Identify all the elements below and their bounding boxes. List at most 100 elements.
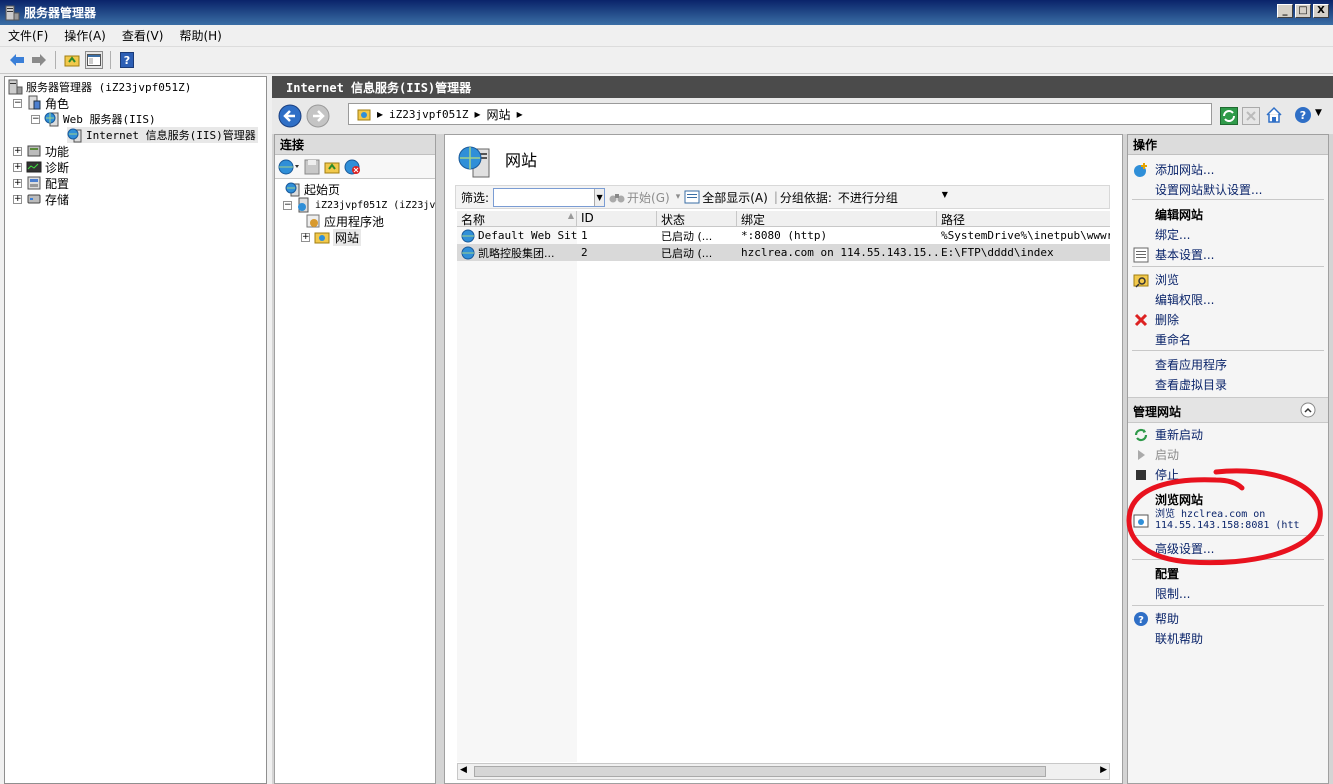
breadcrumb-sites[interactable]: 网站 [487, 106, 511, 123]
collapse-chevron-icon[interactable] [1300, 402, 1316, 418]
online-help-action[interactable]: 联机帮助 [1155, 630, 1203, 647]
roles-icon [28, 95, 41, 110]
table-row[interactable]: Default Web Site 1 已启动 (... *:8080 (http… [457, 227, 1110, 244]
sites-content-pane: 网站 筛选: ▼ 开始(G) ▾ 全部显示(A) | 分组依据: 不进行分组 ▼… [444, 134, 1123, 784]
refresh-icon[interactable] [1220, 107, 1238, 125]
delete-action[interactable]: 删除 [1133, 311, 1179, 328]
tree-item-storage[interactable]: + 存储 [13, 191, 69, 207]
add-site-action[interactable]: 添加网站... [1133, 161, 1214, 178]
svg-text:?: ? [1138, 615, 1144, 626]
group-by-dropdown-icon[interactable]: ▼ [942, 190, 948, 199]
go-dropdown-icon[interactable]: ▾ [676, 192, 681, 202]
column-header-name[interactable]: 名称 ▲ [457, 211, 577, 226]
expand-toggle[interactable]: + [13, 194, 22, 204]
save-icon[interactable] [304, 159, 320, 175]
manage-site-heading: 管理网站 [1133, 405, 1182, 419]
tree-item-iis-manager[interactable]: Internet 信息服务(IIS)管理器 [67, 127, 258, 143]
menu-view[interactable]: 查看(V) [122, 27, 164, 44]
expand-toggle[interactable]: + [13, 146, 22, 156]
filter-input[interactable]: ▼ [493, 187, 606, 207]
tree-item-diagnostics[interactable]: + 诊断 [13, 159, 69, 175]
go-button[interactable]: 开始(G) [627, 189, 670, 206]
table-row[interactable]: 凯略控股集团... 2 已启动 (... hzclrea.com on 114.… [457, 244, 1110, 261]
site-path: %SystemDrive%\inetpub\wwwroo [941, 229, 1110, 242]
conn-item-label: iZ23jvpf051Z (iZ23jv [315, 199, 436, 211]
explore-action[interactable]: 浏览 [1133, 271, 1179, 288]
forward-button-icon[interactable] [306, 104, 330, 128]
breadcrumb[interactable]: ▸ iZ23jvpf051Z ▸ 网站 ▸ [348, 103, 1212, 125]
scroll-right-icon[interactable]: ▶ [1100, 765, 1107, 775]
home-icon[interactable] [1265, 106, 1283, 124]
help-icon[interactable]: ? [1294, 106, 1312, 124]
help-action[interactable]: ? 帮助 [1133, 610, 1179, 627]
breadcrumb-server[interactable]: iZ23jvpf051Z [389, 108, 468, 121]
manage-site-header[interactable]: 管理网站 [1128, 397, 1328, 423]
site-bindings: hzclrea.com on 114.55.143.15... [741, 246, 937, 259]
scroll-left-icon[interactable]: ◀ [460, 765, 467, 775]
edit-permissions-action[interactable]: 编辑权限... [1155, 291, 1214, 308]
collapse-toggle[interactable]: − [13, 98, 22, 108]
tree-item-features[interactable]: + 功能 [13, 143, 69, 159]
column-header-status[interactable]: 状态 [657, 211, 737, 226]
back-button-icon[interactable] [278, 104, 302, 128]
connect-globe-icon[interactable] [278, 159, 300, 175]
back-arrow-icon[interactable] [8, 51, 26, 69]
collapse-toggle[interactable]: − [283, 200, 292, 210]
basic-settings-icon [1133, 247, 1149, 263]
configure-heading: 配置 [1155, 567, 1180, 581]
disconnect-icon[interactable] [344, 159, 362, 175]
forward-arrow-icon[interactable] [30, 51, 48, 69]
up-folder-icon[interactable] [63, 51, 81, 69]
sort-column-highlight [457, 227, 577, 762]
rename-action[interactable]: 重命名 [1155, 331, 1191, 348]
expand-toggle[interactable]: + [13, 162, 22, 172]
column-header-bindings[interactable]: 绑定 [737, 211, 937, 226]
features-icon [27, 145, 41, 157]
restart-action[interactable]: 重新启动 [1133, 426, 1203, 443]
view-virtual-directories-action[interactable]: 查看虚拟目录 [1155, 376, 1227, 393]
svg-text:?: ? [124, 54, 130, 67]
conn-item-start-page[interactable]: 起始页 [285, 181, 340, 197]
menu-file[interactable]: 文件(F) [8, 27, 48, 44]
site-id: 1 [581, 229, 588, 242]
scrollbar-thumb[interactable] [474, 766, 1046, 777]
actions-pane: 操作 添加网站... 设置网站默认设置... 编辑网站 绑定... 基本设置..… [1127, 134, 1329, 784]
conn-item-server[interactable]: − iZ23jvpf051Z (iZ23jv [283, 197, 435, 213]
conn-item-sites[interactable]: + 网站 [301, 228, 362, 246]
group-by-select[interactable]: 不进行分组 ▼ [837, 187, 950, 207]
stop-icon[interactable] [1242, 107, 1260, 125]
show-hide-console-icon[interactable] [85, 51, 103, 69]
help-icon[interactable]: ? [118, 51, 136, 69]
expand-toggle[interactable]: + [301, 232, 310, 242]
expand-toggle[interactable]: + [13, 178, 22, 188]
menu-action[interactable]: 操作(A) [64, 27, 106, 44]
site-status: 已启动 (... [661, 229, 713, 243]
tree-item-roles[interactable]: − 角色 [13, 95, 69, 111]
site-status: 已启动 (... [661, 246, 713, 260]
start-action[interactable]: 启动 [1133, 446, 1179, 463]
horizontal-scrollbar[interactable]: ◀ ▶ [457, 763, 1110, 780]
help-dropdown-icon[interactable]: ▼ [1315, 108, 1322, 118]
view-applications-action[interactable]: 查看应用程序 [1155, 356, 1227, 373]
explore-icon [1133, 272, 1149, 288]
maximize-button[interactable]: □ [1295, 4, 1311, 18]
site-path: E:\FTP\dddd\index [941, 246, 1054, 259]
collapse-toggle[interactable]: − [31, 114, 40, 124]
bindings-action[interactable]: 绑定... [1155, 226, 1190, 243]
close-button[interactable]: X [1313, 4, 1329, 18]
filter-bar: 筛选: ▼ 开始(G) ▾ 全部显示(A) | 分组依据: 不进行分组 ▼ [455, 185, 1110, 209]
limits-action[interactable]: 限制... [1155, 585, 1190, 602]
site-defaults-action[interactable]: 设置网站默认设置... [1155, 181, 1262, 198]
tree-item-web-server[interactable]: − Web 服务器(IIS) [31, 111, 156, 127]
menu-help[interactable]: 帮助(H) [179, 27, 221, 44]
conn-item-app-pools[interactable]: 应用程序池 [305, 213, 384, 229]
tree-item-configuration[interactable]: + 配置 [13, 175, 69, 191]
tree-root[interactable]: 服务器管理器 (iZ23jvpf051Z) [7, 79, 191, 95]
filter-dropdown-icon[interactable]: ▼ [594, 188, 605, 206]
up-folder-icon[interactable] [324, 159, 340, 175]
column-header-id[interactable]: ID [577, 211, 657, 226]
column-header-path[interactable]: 路径 [937, 211, 1110, 226]
minimize-button[interactable]: _ [1277, 4, 1293, 18]
show-all-button[interactable]: 全部显示(A) [702, 189, 768, 206]
basic-settings-action[interactable]: 基本设置... [1133, 246, 1214, 263]
